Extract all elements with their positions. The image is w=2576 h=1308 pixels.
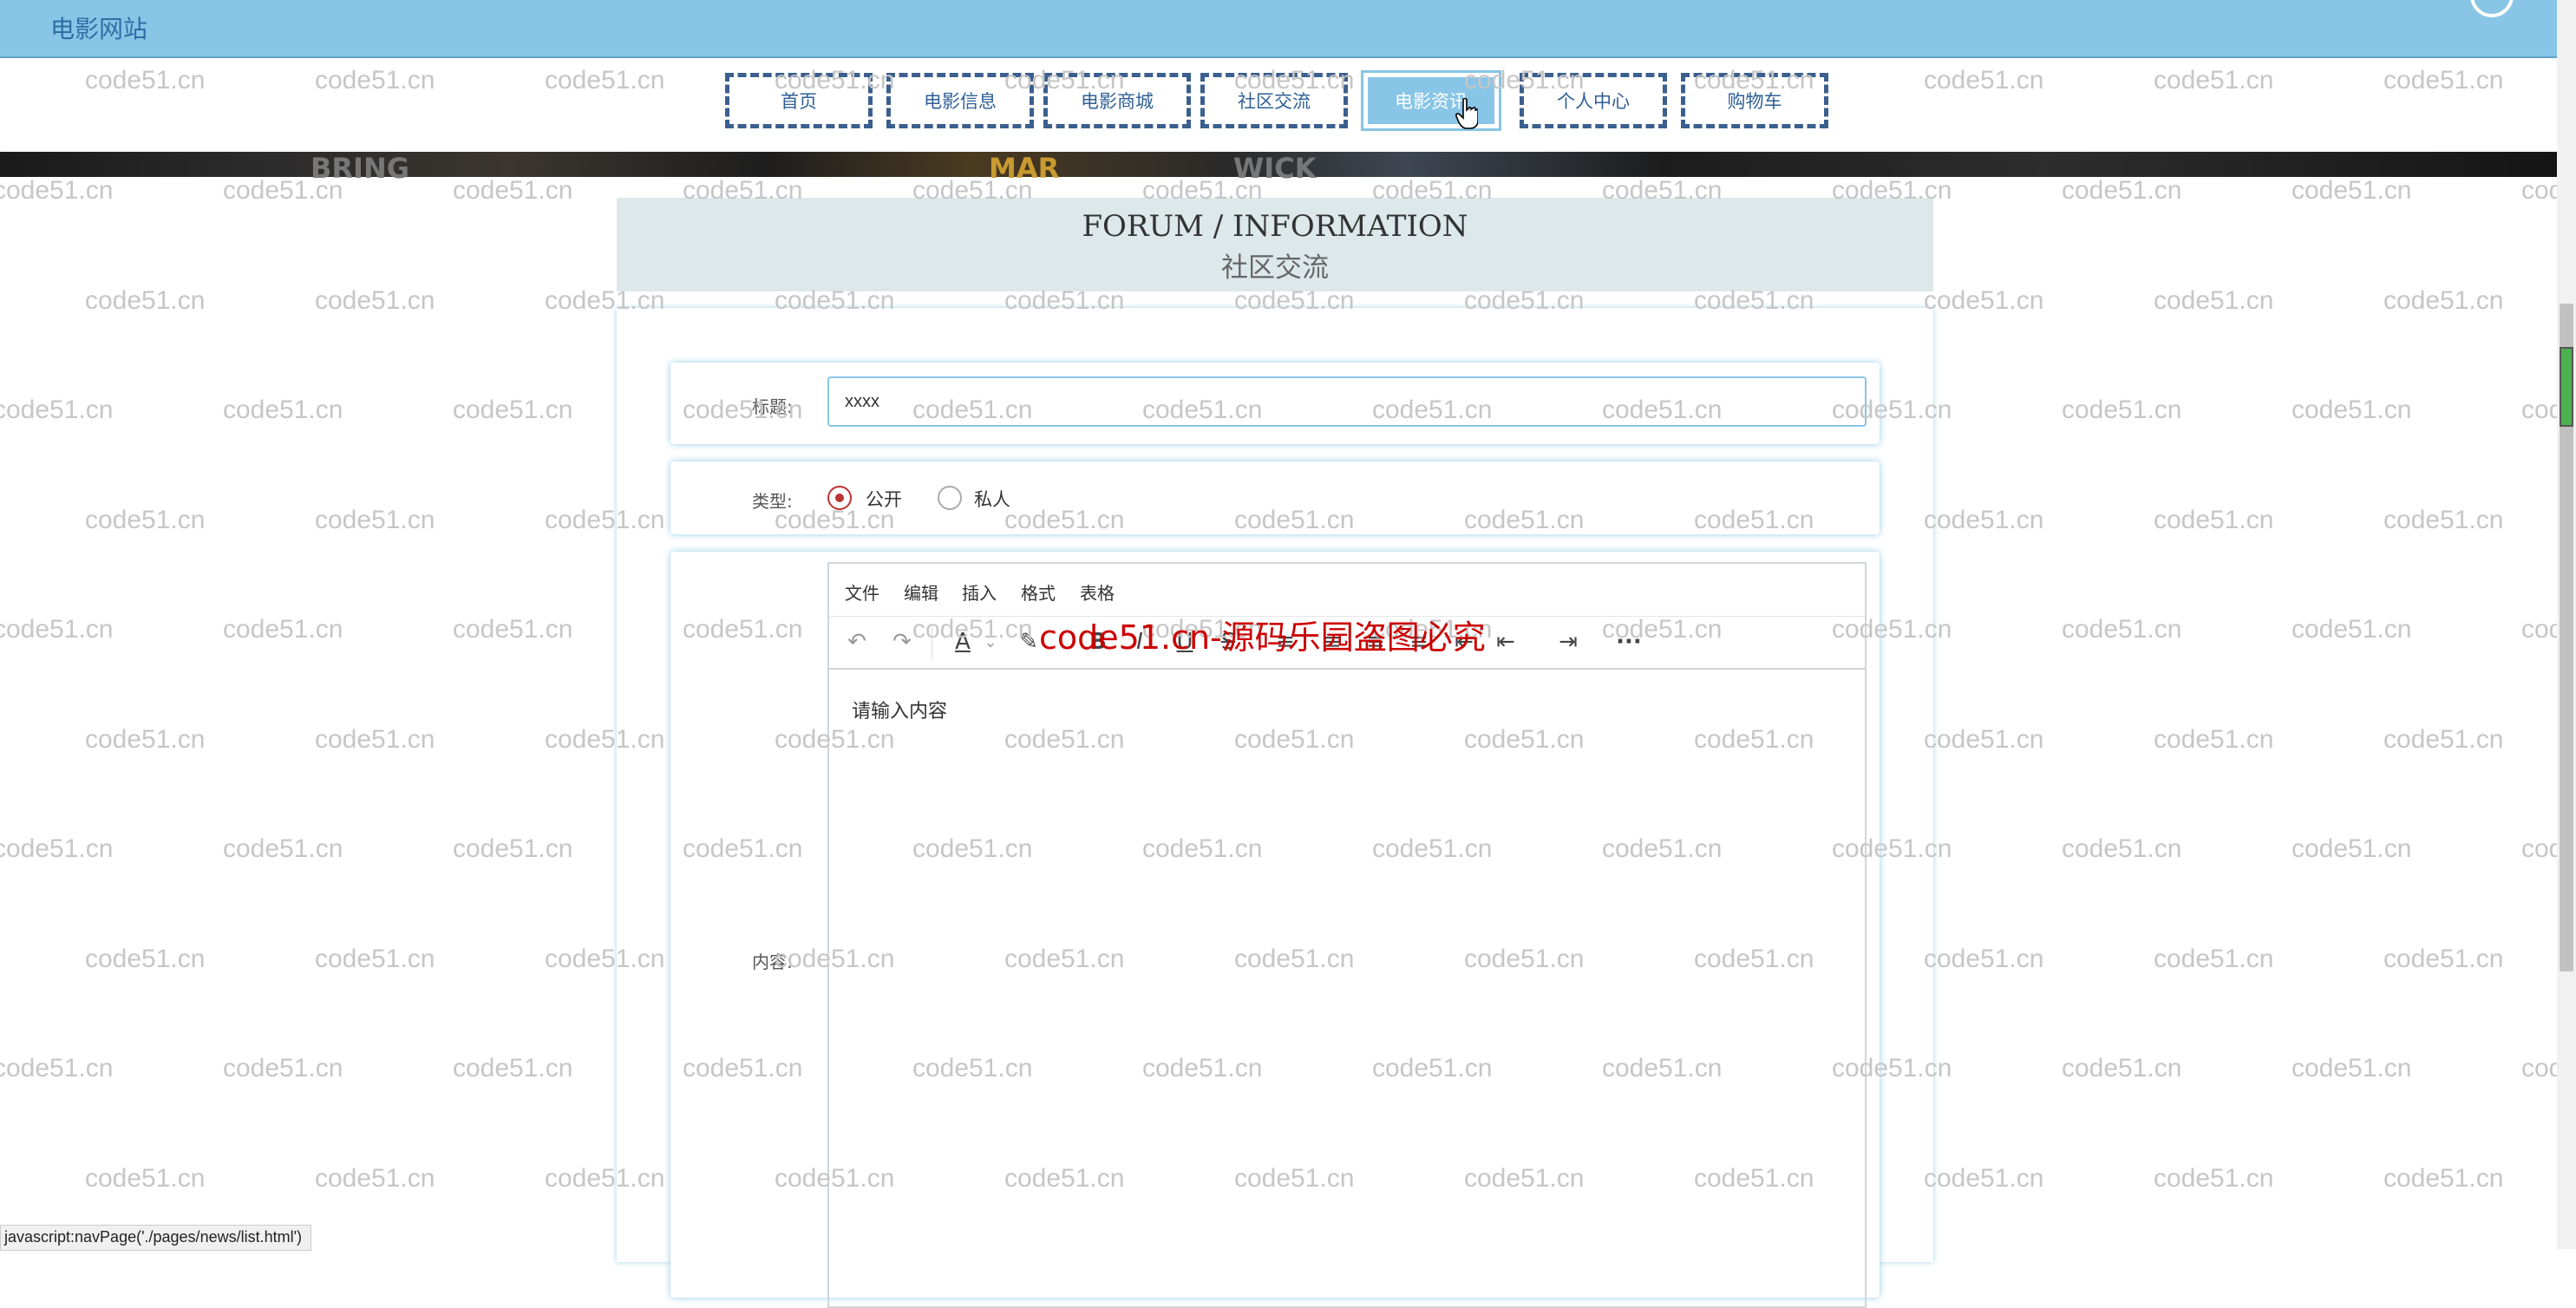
watermark-text: code51.cn [0, 396, 114, 424]
watermark-text: code51.cn [2383, 725, 2504, 754]
outdent-icon[interactable]: ⇤ [1488, 625, 1523, 659]
watermark-text: code51.cn [315, 945, 435, 973]
banner-fragment: BRING [311, 152, 409, 185]
nav-movie-news[interactable]: 电影资讯 [1361, 70, 1501, 131]
editor-placeholder[interactable]: 请输入内容 [852, 696, 947, 723]
menu-table[interactable]: 表格 [1080, 579, 1115, 605]
watermark-text: code51.cn [2292, 615, 2412, 644]
section-title-en: FORUM / INFORMATION [1082, 209, 1468, 244]
redo-icon[interactable]: ↷ [885, 625, 919, 659]
watermark-text: code51.cn [223, 615, 343, 644]
section-title-cn: 社区交流 [1221, 252, 1329, 284]
main-nav: 首页 电影信息 电影商城 社区交流 电影资讯 个人中心 购物车 [0, 58, 2557, 152]
title-label: 标题: [752, 396, 793, 417]
watermark-text: code51.cn [2383, 945, 2504, 973]
nav-community[interactable]: 社区交流 [1200, 73, 1348, 128]
watermark-text: code51.cn [2383, 286, 2504, 315]
watermark-text: code51.cn [453, 176, 573, 205]
watermark-text: code51.cn [223, 834, 343, 863]
watermark-text: code51.cn [315, 725, 435, 754]
radio-private[interactable] [938, 486, 962, 510]
watermark-text: code51.cn [2292, 834, 2412, 863]
watermark-text: code51.cn [2292, 176, 2412, 205]
title-row: 标题: xxxx [670, 363, 1880, 444]
status-bar-url: javascript:navPage('./pages/news/list.ht… [0, 1225, 312, 1251]
watermark-notice: code51.cn-源码乐园盗图必究 [1039, 618, 1486, 657]
watermark-text: code51.cn [0, 615, 114, 644]
radio-private-label[interactable]: 私人 [974, 486, 1010, 512]
banner-fragment: WICK [1233, 152, 1317, 185]
site-title[interactable]: 电影网站 [50, 10, 147, 45]
watermark-text: code51.cn [2062, 834, 2182, 863]
watermark-text: code51.cn [0, 176, 114, 205]
watermark-text: code51.cn [2154, 725, 2274, 754]
watermark-text: code51.cn [315, 286, 435, 315]
watermark-text: code51.cn [0, 1054, 114, 1082]
banner-fragment: MAR [989, 152, 1060, 185]
radio-public[interactable] [827, 486, 852, 510]
watermark-text: code51.cn [453, 615, 573, 644]
watermark-text: code51.cn [85, 286, 206, 315]
dropdown-arrow-icon[interactable]: ⌄ [973, 625, 1008, 659]
top-header: 电影网站 [0, 0, 2557, 58]
menu-format[interactable]: 格式 [1021, 579, 1056, 605]
watermark-text: code51.cn [1924, 725, 2044, 754]
type-row: 类型: 公开 私人 [670, 461, 1880, 534]
rich-text-editor[interactable]: 文件 编辑 插入 格式 表格 ↶ ↷ A ⌄ ✎ B I U S ≡ ≡ ≡ ≡… [827, 562, 1867, 1308]
watermark-text: code51.cn [85, 945, 206, 973]
editor-menubar: 文件 编辑 插入 格式 表格 [829, 564, 1865, 617]
radio-public-label[interactable]: 公开 [866, 486, 902, 512]
banner-strip: BRING MAR WICK [0, 152, 2557, 185]
nav-profile[interactable]: 个人中心 [1520, 73, 1667, 128]
more-icon[interactable]: ··· [1612, 625, 1646, 659]
nav-movie-info[interactable]: 电影信息 [886, 73, 1034, 128]
menu-insert[interactable]: 插入 [962, 579, 997, 605]
watermark-text: code51.cn [453, 834, 573, 863]
hand-cursor-icon [1455, 98, 1478, 129]
watermark-text: code51.cn [2292, 396, 2412, 424]
watermark-text: code51.cn [2062, 615, 2182, 644]
watermark-text: code51.cn [2383, 506, 2504, 534]
title-input[interactable]: xxxx [827, 376, 1867, 427]
nav-movie-shop[interactable]: 电影商城 [1043, 73, 1191, 128]
menu-edit[interactable]: 编辑 [904, 579, 938, 605]
watermark-text: code51.cn [1924, 286, 2044, 315]
watermark-text: code51.cn [2062, 1054, 2182, 1082]
watermark-text: code51.cn [0, 834, 114, 863]
nav-cart[interactable]: 购物车 [1681, 73, 1828, 128]
indent-icon[interactable]: ⇥ [1551, 625, 1585, 659]
watermark-text: code51.cn [1924, 1164, 2044, 1193]
watermark-text: code51.cn [2154, 945, 2274, 973]
content-row: 内容: 文件 编辑 插入 格式 表格 ↶ ↷ A ⌄ ✎ B I U S ≡ ≡… [670, 552, 1880, 1308]
watermark-text: code51.cn [1924, 506, 2044, 534]
watermark-text: code51.cn [453, 396, 573, 424]
menu-file[interactable]: 文件 [845, 579, 879, 605]
watermark-text: code51.cn [2154, 1164, 2274, 1193]
watermark-text: code51.cn [85, 1164, 206, 1193]
watermark-text: code51.cn [315, 1164, 435, 1193]
watermark-text: code51.cn [315, 506, 435, 534]
undo-icon[interactable]: ↶ [840, 625, 874, 659]
content-label: 内容: [752, 952, 793, 972]
watermark-text: code51.cn [223, 1054, 343, 1082]
watermark-text: code51.cn [453, 1054, 573, 1082]
watermark-text: code51.cn [85, 506, 206, 534]
watermark-text: code51.cn [2062, 396, 2182, 424]
watermark-text: code51.cn [85, 725, 206, 754]
type-label: 类型: [752, 491, 793, 512]
watermark-text: code51.cn [1924, 945, 2044, 973]
section-header: FORUM / INFORMATION 社区交流 [617, 198, 1933, 291]
watermark-text: code51.cn [2383, 1164, 2504, 1193]
watermark-text: code51.cn [2062, 176, 2182, 205]
scrollbar-marker [2560, 347, 2573, 427]
watermark-text: code51.cn [223, 396, 343, 424]
nav-home[interactable]: 首页 [725, 73, 873, 128]
watermark-text: code51.cn [2154, 506, 2274, 534]
user-avatar-icon[interactable] [2470, 0, 2514, 17]
watermark-text: code51.cn [2154, 286, 2274, 315]
watermark-text: code51.cn [2292, 1054, 2412, 1082]
